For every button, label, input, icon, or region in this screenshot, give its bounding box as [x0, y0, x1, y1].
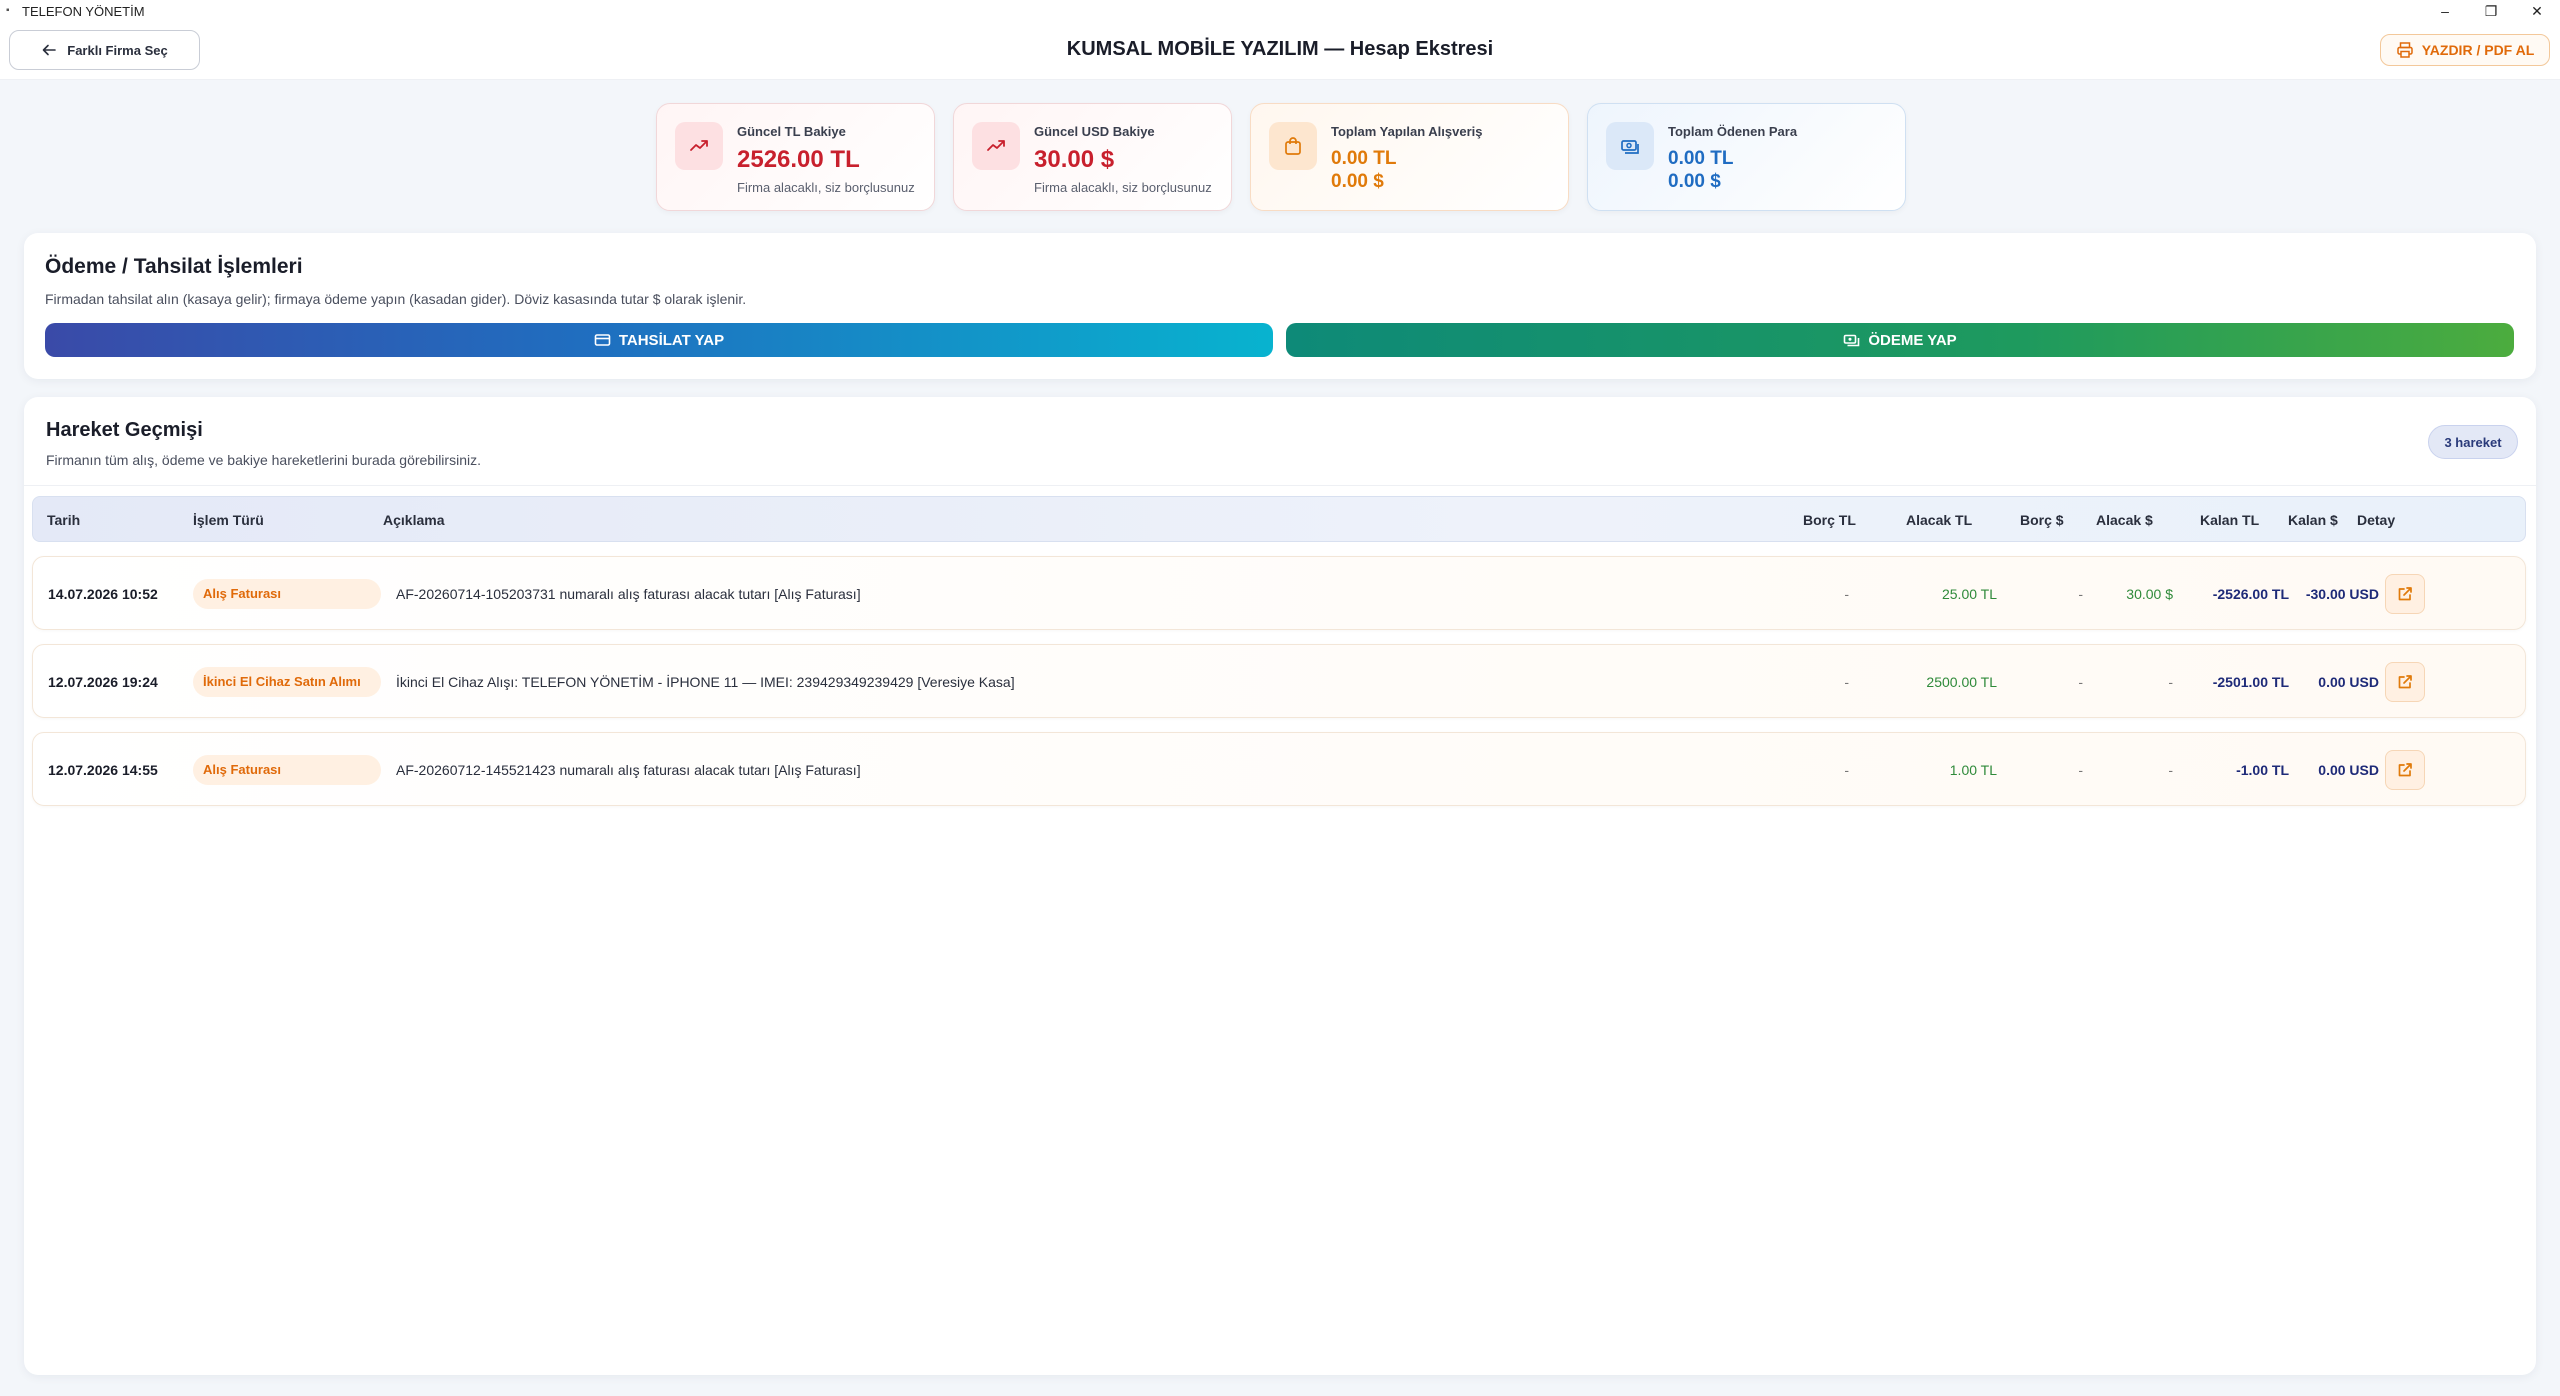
window-titlebar: ▪ TELEFON YÖNETİM – ❐ ✕	[0, 0, 2560, 22]
row-detail-button[interactable]	[2385, 574, 2425, 614]
row-description: AF-20260712-145521423 numaralı alış fatu…	[396, 762, 861, 778]
row-alacak-tl: 2500.00 TL	[1926, 674, 1997, 690]
trending-up-icon	[972, 122, 1020, 170]
total-paid-card: Toplam Ödenen Para 0.00 TL 0.00 $	[1587, 103, 1906, 211]
print-pdf-button[interactable]: YAZDIR / PDF AL	[2380, 34, 2550, 66]
external-link-icon	[2398, 763, 2412, 777]
usd-balance-card: Güncel USD Bakiye 30.00 $ Firma alacaklı…	[953, 103, 1232, 211]
history-title: Hareket Geçmişi	[46, 419, 203, 441]
pay-button[interactable]: ÖDEME YAP	[1286, 323, 2514, 357]
table-header: Tarih İşlem Türü Açıklama Borç TL Alacak…	[32, 496, 2526, 542]
row-borc-tl: -	[1844, 586, 1849, 602]
history-description: Firmanın tüm alış, ödeme ve bakiye harek…	[46, 452, 481, 468]
table-row: 14.07.2026 10:52 Alış Faturası AF-202607…	[32, 556, 2526, 630]
row-type-badge: İkinci El Cihaz Satın Alımı	[193, 667, 381, 697]
row-kalan-tl: -2526.00 TL	[2212, 586, 2289, 602]
col-borc-tl: Borç TL	[1803, 512, 1856, 528]
total-purchase-label: Toplam Yapılan Alışveriş	[1331, 124, 1483, 139]
tl-balance-note: Firma alacaklı, siz borçlusunuz	[737, 180, 915, 195]
row-borc-tl: -	[1844, 762, 1849, 778]
row-detail-button[interactable]	[2385, 662, 2425, 702]
col-date: Tarih	[47, 512, 81, 528]
col-alacak-tl: Alacak TL	[1906, 512, 1973, 528]
row-date: 12.07.2026 19:24	[48, 674, 158, 690]
row-borc-tl: -	[1844, 674, 1849, 690]
minimize-button[interactable]: –	[2422, 0, 2468, 22]
tl-balance-card: Güncel TL Bakiye 2526.00 TL Firma alacak…	[656, 103, 935, 211]
row-alacak-usd: 30.00 $	[2126, 586, 2173, 602]
row-kalan-usd: -30.00 USD	[2305, 586, 2379, 602]
row-description: İkinci El Cihaz Alışı: TELEFON YÖNETİM -…	[396, 674, 1015, 690]
total-paid-usd: 0.00 $	[1668, 171, 1721, 192]
total-paid-tl: 0.00 TL	[1668, 148, 1734, 169]
cash-icon	[1844, 334, 1860, 346]
total-purchase-usd: 0.00 $	[1331, 171, 1384, 192]
external-link-icon	[2398, 587, 2412, 601]
row-borc-usd: -	[2078, 586, 2083, 602]
summary-cards: Güncel TL Bakiye 2526.00 TL Firma alacak…	[656, 103, 1906, 211]
movement-count-badge: 3 hareket	[2428, 425, 2518, 459]
divider	[24, 485, 2536, 486]
payment-title: Ödeme / Tahsilat İşlemleri	[45, 255, 303, 278]
app-icon: ▪	[6, 5, 10, 16]
row-kalan-usd: 0.00 USD	[2318, 762, 2379, 778]
col-type: İşlem Türü	[193, 512, 264, 528]
shopping-bag-icon	[1269, 122, 1317, 170]
row-borc-usd: -	[2078, 762, 2083, 778]
row-alacak-usd: -	[2168, 762, 2173, 778]
collect-label: TAHSİLAT YAP	[618, 331, 725, 349]
row-detail-button[interactable]	[2385, 750, 2425, 790]
tl-balance-label: Güncel TL Bakiye	[737, 124, 846, 139]
row-type-badge: Alış Faturası	[193, 579, 381, 609]
col-alacak-usd: Alacak $	[2096, 512, 2153, 528]
total-purchase-card: Toplam Yapılan Alışveriş 0.00 TL 0.00 $	[1250, 103, 1569, 211]
row-alacak-tl: 1.00 TL	[1949, 762, 1997, 778]
row-kalan-usd: 0.00 USD	[2318, 674, 2379, 690]
col-kalan-tl: Kalan TL	[2200, 512, 2260, 528]
window-controls: – ❐ ✕	[2422, 0, 2560, 22]
table-row: 12.07.2026 19:24 İkinci El Cihaz Satın A…	[32, 644, 2526, 718]
tl-balance-value: 2526.00 TL	[737, 146, 860, 173]
close-button[interactable]: ✕	[2514, 0, 2560, 22]
usd-balance-label: Güncel USD Bakiye	[1034, 124, 1155, 139]
money-icon	[1606, 122, 1654, 170]
card-icon	[594, 333, 611, 346]
window-title: TELEFON YÖNETİM	[22, 3, 145, 19]
payment-description: Firmadan tahsilat alın (kasaya gelir); f…	[45, 291, 747, 307]
pay-label: ÖDEME YAP	[1868, 331, 1957, 349]
total-purchase-tl: 0.00 TL	[1331, 148, 1397, 169]
row-borc-usd: -	[2078, 674, 2083, 690]
row-date: 12.07.2026 14:55	[48, 762, 158, 778]
row-kalan-tl: -2501.00 TL	[2212, 674, 2289, 690]
row-alacak-usd: -	[2168, 674, 2173, 690]
trending-up-icon	[675, 122, 723, 170]
row-kalan-tl: -1.00 TL	[2236, 762, 2289, 778]
maximize-button[interactable]: ❐	[2468, 0, 2514, 22]
row-description: AF-20260714-105203731 numaralı alış fatu…	[396, 586, 861, 602]
col-description: Açıklama	[383, 512, 445, 528]
collect-button[interactable]: TAHSİLAT YAP	[45, 323, 1273, 357]
history-panel: Hareket Geçmişi Firmanın tüm alış, ödeme…	[24, 397, 2536, 1375]
print-pdf-label: YAZDIR / PDF AL	[2421, 42, 2535, 58]
row-date: 14.07.2026 10:52	[48, 586, 158, 602]
table-row: 12.07.2026 14:55 Alış Faturası AF-202607…	[32, 732, 2526, 806]
page-header: Farklı Firma Seç KUMSAL MOBİLE YAZILIM —…	[0, 22, 2560, 80]
printer-icon	[2396, 42, 2413, 58]
usd-balance-value: 30.00 $	[1034, 146, 1115, 173]
total-paid-label: Toplam Ödenen Para	[1668, 124, 1798, 139]
col-borc-usd: Borç $	[2020, 512, 2064, 528]
payment-panel: Ödeme / Tahsilat İşlemleri Firmadan tahs…	[24, 233, 2536, 379]
row-alacak-tl: 25.00 TL	[1941, 586, 1997, 602]
col-kalan-usd: Kalan $	[2288, 512, 2338, 528]
external-link-icon	[2398, 675, 2412, 689]
usd-balance-note: Firma alacaklı, siz borçlusunuz	[1034, 180, 1212, 195]
col-detail: Detay	[2357, 512, 2396, 528]
page-title: KUMSAL MOBİLE YAZILIM — Hesap Ekstresi	[1066, 38, 1494, 60]
row-type-badge: Alış Faturası	[193, 755, 381, 785]
